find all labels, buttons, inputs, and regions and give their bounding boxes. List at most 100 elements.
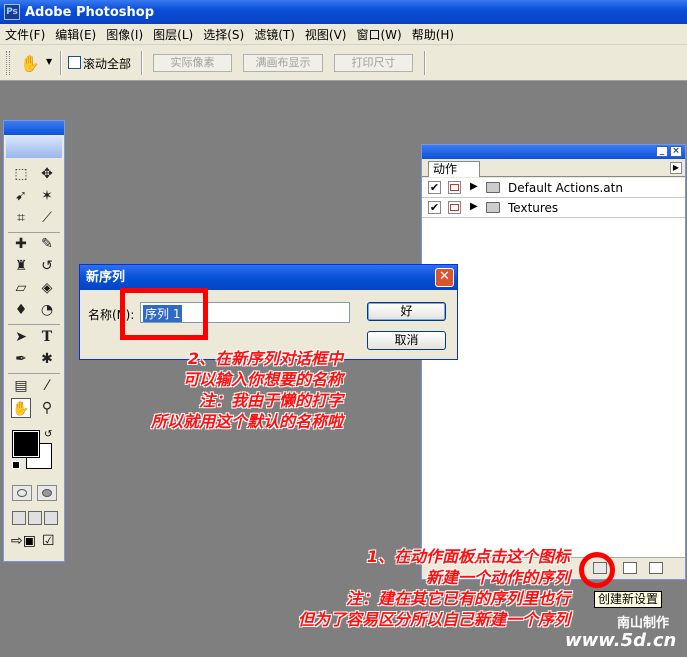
toggle-dialog-icon[interactable] xyxy=(448,181,461,194)
adobe-online-feather-icon[interactable] xyxy=(6,136,62,158)
annotation-line: 2、在新序列对话框中 xyxy=(187,349,343,368)
scroll-all-checkbox[interactable] xyxy=(68,56,81,69)
action-set-row[interactable]: ✔ ▶ Textures xyxy=(422,198,685,218)
fit-on-screen-button[interactable]: 满画布显示 xyxy=(243,54,323,72)
annotation-line: 但为了容易区分所以自己新建一个序列 xyxy=(297,610,570,629)
marquee-icon[interactable]: ⬚ xyxy=(11,164,31,184)
quick-mask-mode-icon[interactable] xyxy=(37,485,57,501)
jump-to-imageready-icon[interactable]: ⇨▣ xyxy=(11,533,36,549)
menu-help[interactable]: 帮助(H) xyxy=(407,26,459,43)
folder-icon xyxy=(486,202,500,213)
menu-filter[interactable]: 滤镜(T) xyxy=(249,26,300,43)
dialog-title-bar[interactable]: 新序列 ✕ xyxy=(80,265,457,290)
toggle-item-checkbox[interactable]: ✔ xyxy=(428,201,441,214)
menu-window[interactable]: 窗口(W) xyxy=(351,26,406,43)
expand-triangle-icon[interactable]: ▶ xyxy=(470,201,478,212)
type-icon[interactable]: T xyxy=(37,327,57,347)
brush-icon[interactable]: ✎ xyxy=(37,234,57,254)
standard-mode-icon[interactable] xyxy=(12,485,32,501)
menu-edit[interactable]: 编辑(E) xyxy=(50,26,101,43)
create-new-set-tooltip: 创建新设置 xyxy=(594,591,663,608)
tab-row: 动作 ▶ xyxy=(422,159,685,177)
checkmark-icon[interactable]: ☑ xyxy=(42,533,55,549)
site-watermark: www.5d.cn xyxy=(565,630,677,651)
menu-image[interactable]: 图像(I) xyxy=(101,26,148,43)
cancel-button[interactable]: 取消 xyxy=(367,331,446,350)
crop-icon[interactable]: ⌗ xyxy=(11,208,31,228)
eraser-icon[interactable]: ▱ xyxy=(11,278,31,298)
divider xyxy=(8,232,60,233)
expand-triangle-icon[interactable]: ▶ xyxy=(470,181,478,192)
healing-brush-icon[interactable]: ✚ xyxy=(11,234,31,254)
move-icon[interactable]: ✥ xyxy=(37,164,57,184)
pen-icon[interactable]: ✒ xyxy=(11,349,31,369)
toolbox-title-bar[interactable] xyxy=(4,121,64,135)
menu-view[interactable]: 视图(V) xyxy=(300,26,352,43)
paint-bucket-icon[interactable]: ◈ xyxy=(37,278,57,298)
eyedropper-icon[interactable]: ⁄ xyxy=(37,376,57,396)
blur-icon[interactable]: ♦ xyxy=(11,300,31,320)
path-select-icon[interactable]: ➤ xyxy=(11,327,31,347)
annotation-step2: 2、在新序列对话框中 可以输入你想要的名称 注：我由于懒的打字 所以就用这个默认… xyxy=(151,348,343,432)
action-set-row[interactable]: ✔ ▶ Default Actions.atn xyxy=(422,178,685,198)
menu-file[interactable]: 文件(F) xyxy=(0,26,50,43)
options-bar-grip[interactable] xyxy=(6,51,10,75)
ok-button[interactable]: 好 xyxy=(367,302,446,321)
highlight-ring-annotation xyxy=(579,552,615,588)
default-colors-icon[interactable] xyxy=(12,461,20,469)
close-icon[interactable]: × xyxy=(670,146,682,157)
tool-preset-chevron-down-icon[interactable]: ▼ xyxy=(46,57,52,66)
annotation-line: 1、在动作面板点击这个图标 xyxy=(366,547,570,566)
notes-icon[interactable]: ▤ xyxy=(11,376,31,396)
full-screen-mode-icon[interactable] xyxy=(44,511,58,525)
swap-colors-icon[interactable]: ↺ xyxy=(44,429,52,440)
tab-actions[interactable]: 动作 xyxy=(428,161,480,177)
title-bar: Ps Adobe Photoshop xyxy=(0,0,687,24)
divider xyxy=(8,324,60,325)
action-set-label: Default Actions.atn xyxy=(508,181,623,195)
credit-text: 南山制作 xyxy=(617,616,670,631)
highlight-box-annotation xyxy=(120,288,208,340)
annotation-line: 所以就用这个默认的名称啦 xyxy=(150,412,343,431)
folder-icon xyxy=(486,182,500,193)
dialog-title: 新序列 xyxy=(86,270,126,285)
standard-screen-mode-icon[interactable] xyxy=(12,511,26,525)
history-brush-icon[interactable]: ↺ xyxy=(37,256,57,276)
window-title: Adobe Photoshop xyxy=(25,4,155,20)
annotation-line: 注：建在其它已有的序列里也行 xyxy=(345,589,570,608)
hand-tool-icon[interactable]: ✋ xyxy=(20,54,40,73)
toolbox-panel: ⬚ ✥ ➹ ✶ ⌗ ⟋ ✚ ✎ ♜ ↺ ▱ ◈ ♦ ◔ ➤ T ✒ ✱ ▤ ⁄ … xyxy=(3,120,65,562)
print-size-button[interactable]: 打印尺寸 xyxy=(334,54,413,72)
annotation-step1: 1、在动作面板点击这个图标 新建一个动作的序列 注：建在其它已有的序列里也行 但… xyxy=(298,546,570,630)
actions-list: ✔ ▶ Default Actions.atn ✔ ▶ Textures xyxy=(422,178,685,558)
hand-icon[interactable]: ✋ xyxy=(11,398,31,418)
lasso-icon[interactable]: ➹ xyxy=(11,186,31,206)
menu-layer[interactable]: 图层(L) xyxy=(148,26,198,43)
shape-icon[interactable]: ✱ xyxy=(37,349,57,369)
actions-panel-title-bar[interactable]: _ × xyxy=(422,145,685,159)
zoom-icon[interactable]: ⚲ xyxy=(37,398,57,418)
panel-menu-icon[interactable]: ▶ xyxy=(670,162,682,174)
close-icon[interactable]: ✕ xyxy=(435,268,454,287)
foreground-color-swatch[interactable] xyxy=(12,430,40,458)
minimize-icon[interactable]: _ xyxy=(656,146,668,157)
options-bar: ✋ ▼ 滚动全部 实际像素 满画布显示 打印尺寸 xyxy=(0,45,687,81)
slice-icon[interactable]: ⟋ xyxy=(37,208,57,228)
actions-panel: _ × 动作 ▶ ✔ ▶ Default Actions.atn ✔ ▶ Tex… xyxy=(421,144,686,580)
menu-select[interactable]: 选择(S) xyxy=(198,26,249,43)
magic-wand-icon[interactable]: ✶ xyxy=(37,186,57,206)
dodge-icon[interactable]: ◔ xyxy=(37,300,57,320)
clone-stamp-icon[interactable]: ♜ xyxy=(11,256,31,276)
scroll-all-label: 滚动全部 xyxy=(83,57,132,71)
create-new-action-icon[interactable] xyxy=(623,562,637,574)
actual-pixels-button[interactable]: 实际像素 xyxy=(153,54,232,72)
toggle-dialog-icon[interactable] xyxy=(448,201,461,214)
divider xyxy=(8,373,60,374)
annotation-line: 可以输入你想要的名称 xyxy=(182,370,343,389)
full-screen-menu-mode-icon[interactable] xyxy=(28,511,42,525)
separator xyxy=(60,51,62,75)
trash-icon[interactable] xyxy=(649,562,663,574)
action-set-label: Textures xyxy=(508,201,559,215)
toggle-item-checkbox[interactable]: ✔ xyxy=(428,181,441,194)
separator xyxy=(141,51,143,75)
